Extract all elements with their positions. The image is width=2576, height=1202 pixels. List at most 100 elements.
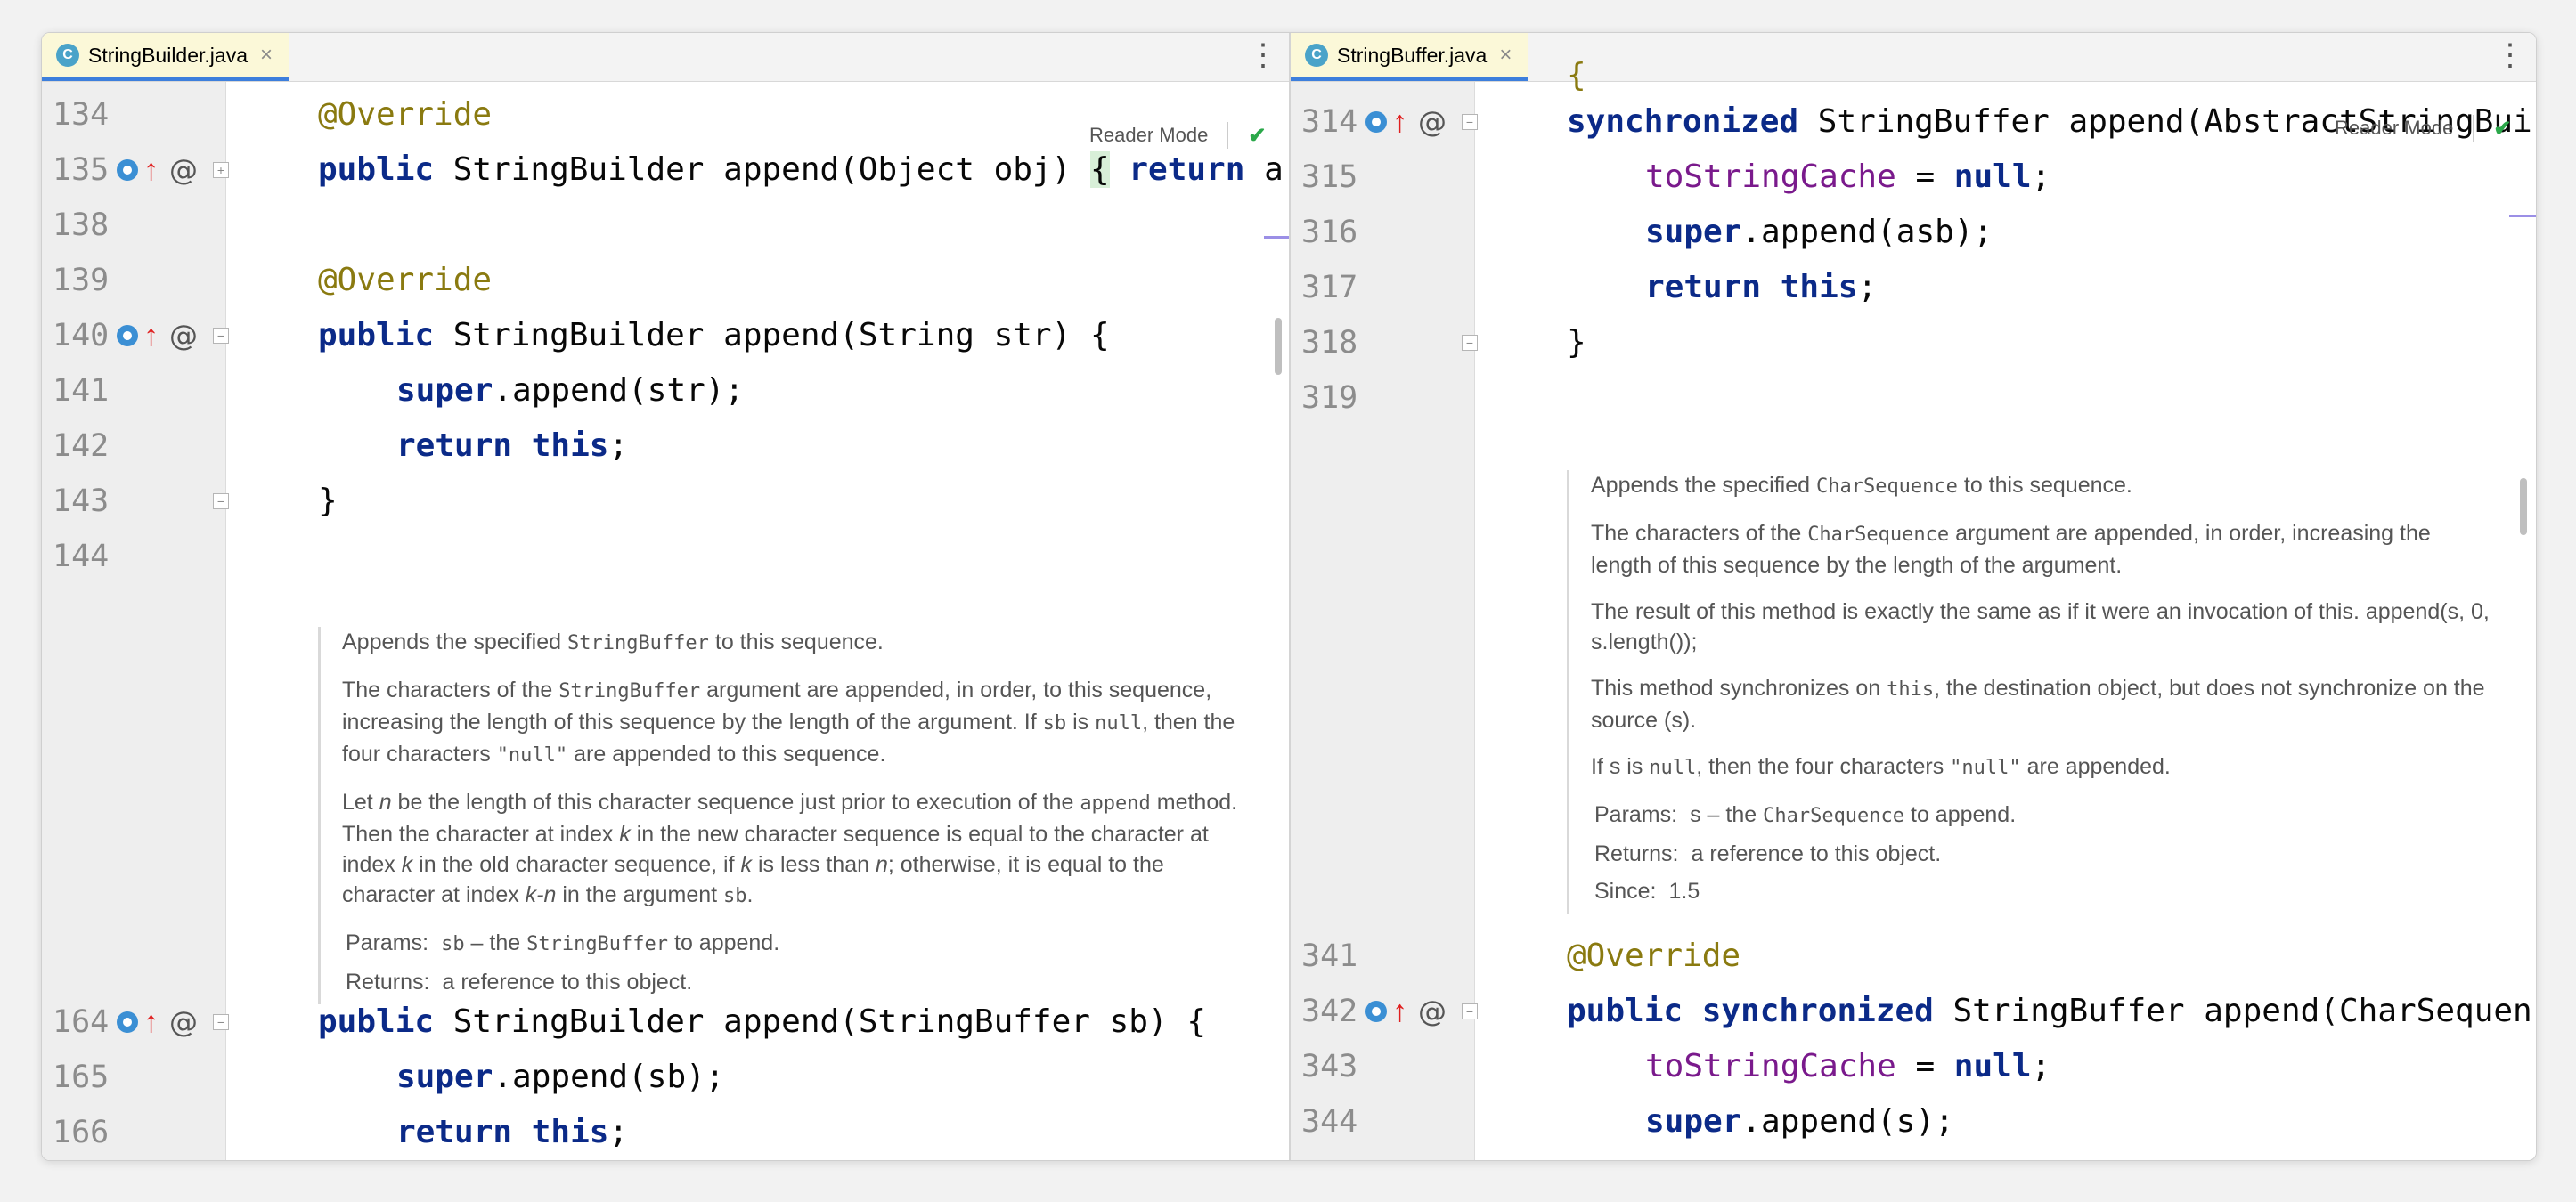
code-line: @Override: [1567, 938, 1741, 974]
doc-since: Since: 1.5: [1594, 879, 1700, 904]
doc-paragraph: The result of this method is exactly the…: [1591, 599, 2490, 654]
annotation-at-icon[interactable]: @: [169, 319, 198, 353]
line-number: 164: [53, 1004, 110, 1040]
check-icon[interactable]: ✔: [1248, 123, 1266, 149]
annotation-at-icon[interactable]: @: [1418, 105, 1447, 139]
ide-window: C StringBuilder.java × ⋮ 134 135 138 139…: [41, 32, 2537, 1161]
check-icon[interactable]: ✔: [2493, 116, 2511, 142]
editor-right[interactable]: 314 315 316 317 318 319 341 342 343 344 …: [1291, 57, 2536, 1160]
line-number: 135: [53, 152, 110, 188]
implementation-icon[interactable]: [117, 1011, 138, 1033]
gutter-marks[interactable]: ↑ @: [1365, 94, 1447, 150]
code-line: super.append(asb);: [1645, 214, 1993, 250]
line-number: 345: [1301, 1149, 1357, 1160]
fold-icon[interactable]: −: [1462, 335, 1478, 351]
class-file-icon: C: [1305, 44, 1328, 67]
code-line: return this;: [1645, 269, 1878, 305]
reader-mode-toggle[interactable]: Reader Mode: [2335, 117, 2453, 140]
line-number: 342: [1301, 994, 1358, 1029]
editor-left[interactable]: 134 135 138 139 140 141 142 143 144 164 …: [42, 82, 1289, 1160]
line-number: 143: [53, 483, 110, 519]
doc-returns: Returns: a reference to this object.: [1594, 841, 1942, 866]
fold-icon[interactable]: −: [213, 1014, 229, 1030]
line-number: 317: [1301, 270, 1358, 305]
class-file-icon: C: [56, 44, 79, 67]
code-line: toStringCache = null;: [1645, 158, 2051, 195]
editor-pane-left: C StringBuilder.java × ⋮ 134 135 138 139…: [42, 33, 1289, 1160]
fold-icon[interactable]: −: [1462, 114, 1478, 130]
code-line: @Override: [318, 262, 493, 298]
gutter-marks[interactable]: ↑ @: [1365, 984, 1447, 1039]
code-line: return this;: [1645, 1149, 1877, 1160]
doc-paragraph: If s is null, then the four characters "…: [1591, 754, 2171, 779]
line-number: 134: [53, 97, 110, 133]
line-number: 344: [1301, 1104, 1358, 1140]
change-marker: [1264, 236, 1289, 239]
code-line: public StringBuilder append(String str) …: [318, 317, 1110, 353]
code-line: public synchronized StringBuffer append(…: [1567, 993, 2532, 1029]
annotation-at-icon[interactable]: @: [169, 1005, 198, 1039]
code-line: public StringBuilder append(Object obj) …: [318, 151, 1284, 188]
line-number: 139: [53, 263, 110, 298]
close-icon[interactable]: ×: [260, 43, 273, 68]
code-line: }: [1567, 324, 1586, 361]
line-number: 341: [1301, 938, 1358, 974]
code-line: @Override: [318, 96, 493, 133]
tab-label: StringBuffer.java: [1337, 43, 1488, 67]
code-line: return this;: [396, 427, 629, 464]
reader-mode-bar: Reader Mode ✔: [1089, 122, 1266, 149]
line-number: 343: [1301, 1049, 1358, 1084]
code-line: super.append(s);: [1645, 1103, 1954, 1140]
annotation-at-icon[interactable]: @: [169, 153, 198, 187]
doc-returns: Returns: a reference to this object.: [346, 970, 693, 995]
line-number: 315: [1301, 159, 1358, 195]
change-marker: [2509, 215, 2536, 217]
doc-paragraph: The characters of the StringBuffer argum…: [342, 678, 1235, 767]
override-up-arrow-icon[interactable]: ↑: [143, 1007, 159, 1037]
javadoc-block: Appends the specified StringBuffer to th…: [318, 627, 1262, 1004]
implementation-icon[interactable]: [117, 325, 138, 346]
override-up-arrow-icon[interactable]: ↑: [1392, 996, 1407, 1027]
doc-paragraph: Appends the specified StringBuffer to th…: [342, 629, 884, 654]
line-number: 319: [1301, 380, 1358, 416]
more-vert-icon[interactable]: ⋮: [1248, 40, 1278, 70]
tab-bar-right: C StringBuffer.java × ⋮: [1291, 33, 2536, 82]
fold-icon[interactable]: +: [213, 162, 229, 178]
doc-params: Params: s – the CharSequence to append.: [1594, 802, 2017, 827]
code-line: }: [318, 483, 338, 519]
gutter-marks[interactable]: ↑ @: [117, 995, 198, 1050]
scrollbar-thumb[interactable]: [2520, 478, 2527, 535]
code-line: super.append(str);: [396, 372, 745, 409]
tab-bar-left: C StringBuilder.java × ⋮: [42, 33, 1289, 82]
implementation-icon[interactable]: [1365, 1001, 1387, 1022]
override-up-arrow-icon[interactable]: ↑: [143, 155, 159, 185]
implementation-icon[interactable]: [117, 159, 138, 181]
tab-stringbuffer[interactable]: C StringBuffer.java ×: [1291, 33, 1528, 81]
doc-paragraph: Appends the specified CharSequence to th…: [1591, 473, 2132, 498]
doc-paragraph: This method synchronizes on this, the de…: [1591, 676, 2485, 733]
line-number: 144: [53, 539, 110, 574]
divider: [1227, 122, 1229, 149]
fold-icon[interactable]: −: [213, 328, 229, 344]
doc-paragraph: Let n be the length of this character se…: [342, 790, 1238, 907]
tab-stringbuilder[interactable]: C StringBuilder.java ×: [42, 33, 289, 81]
line-number: 140: [53, 318, 110, 353]
code-line: toStringCache = null;: [1645, 1048, 2051, 1084]
reader-mode-toggle[interactable]: Reader Mode: [1089, 124, 1208, 147]
implementation-icon[interactable]: [1365, 111, 1387, 133]
close-icon[interactable]: ×: [1499, 43, 1512, 68]
annotation-at-icon[interactable]: @: [1418, 995, 1447, 1028]
override-up-arrow-icon[interactable]: ↑: [1392, 107, 1407, 137]
fold-icon[interactable]: −: [1462, 1003, 1478, 1019]
override-up-arrow-icon[interactable]: ↑: [143, 321, 159, 351]
line-number: 142: [53, 428, 110, 464]
scrollbar-thumb[interactable]: [1275, 318, 1282, 375]
code-line: return this;: [396, 1114, 629, 1150]
gutter-marks[interactable]: ↑ @: [117, 308, 198, 363]
line-number: 165: [53, 1060, 110, 1095]
fold-icon[interactable]: −: [213, 493, 229, 509]
line-number: 318: [1301, 325, 1358, 361]
editor-pane-right: C StringBuffer.java × ⋮ 314 315 316 317 …: [1291, 33, 2536, 1160]
gutter-marks[interactable]: ↑ @: [117, 142, 198, 198]
more-vert-icon[interactable]: ⋮: [2495, 40, 2525, 70]
